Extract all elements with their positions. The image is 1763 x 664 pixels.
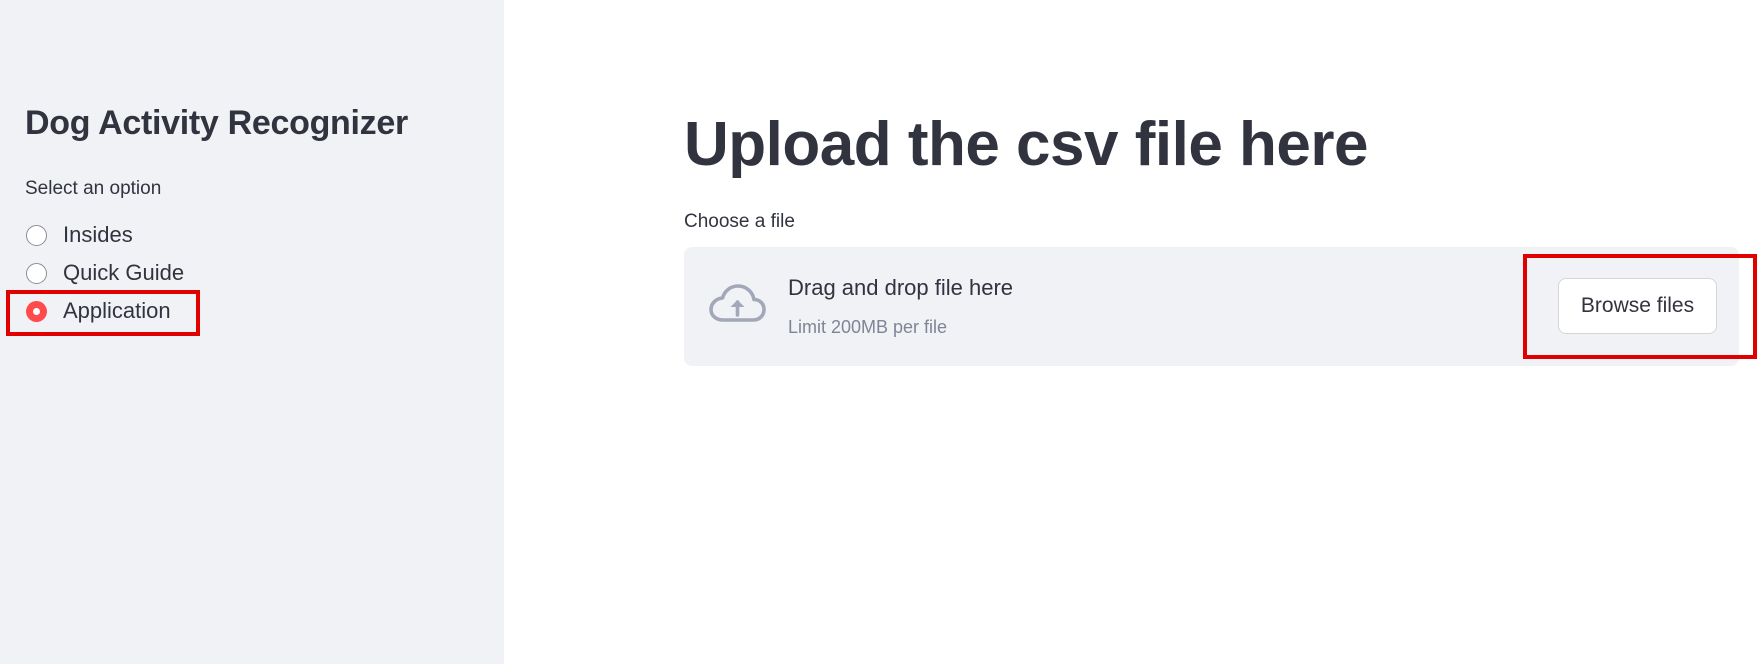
radio-option-label: Application bbox=[63, 298, 171, 323]
radio-group-label: Select an option bbox=[25, 178, 162, 199]
sidebar: Dog Activity Recognizer Select an option… bbox=[0, 0, 504, 664]
radio-option-quick-guide[interactable]: Quick Guide bbox=[26, 258, 184, 288]
radio-option-label: Quick Guide bbox=[63, 260, 185, 285]
radio-button-icon[interactable] bbox=[26, 262, 47, 284]
radio-button-icon[interactable] bbox=[26, 224, 47, 246]
page-title: Upload the csv file here bbox=[684, 110, 1369, 179]
file-uploader-label: Choose a file bbox=[684, 211, 795, 232]
radio-option-application[interactable]: Application bbox=[26, 296, 171, 326]
sidebar-title: Dog Activity Recognizer bbox=[25, 104, 408, 142]
radio-button-selected-icon[interactable] bbox=[26, 300, 47, 322]
radio-option-label: Insides bbox=[63, 222, 133, 247]
dropzone-size-limit: Limit 200MB per file bbox=[788, 317, 948, 337]
file-dropzone[interactable]: Drag and drop file here Limit 200MB per … bbox=[684, 247, 1739, 366]
dropzone-instructions: Drag and drop file here bbox=[788, 275, 1014, 300]
app-root: Dog Activity Recognizer Select an option… bbox=[0, 0, 1763, 664]
browse-files-button[interactable]: Browse files bbox=[1558, 278, 1717, 334]
cloud-upload-icon bbox=[709, 284, 766, 322]
radio-option-insides[interactable]: Insides bbox=[26, 220, 133, 250]
